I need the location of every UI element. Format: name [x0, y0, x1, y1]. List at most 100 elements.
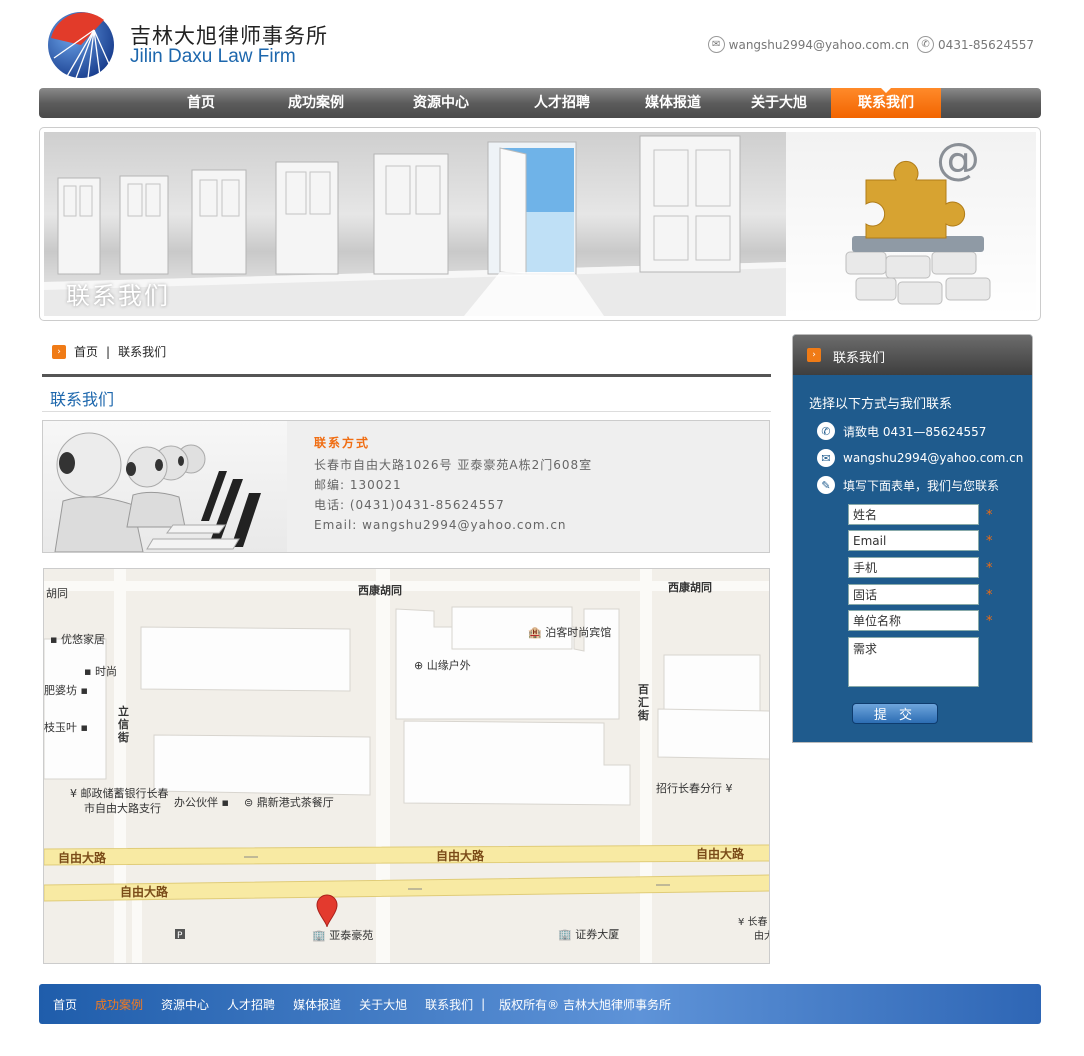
headset-operators-illustration: [54, 432, 261, 552]
road-label: 自由大路: [436, 849, 485, 863]
map-label: ⊜ 鼎新港式茶餐厅: [244, 796, 334, 809]
map-canvas: P: [44, 569, 769, 963]
map-label: 🏨 泊客时尚宾馆: [528, 626, 612, 639]
sidebar-email-row: ✉ wangshu2994@yahoo.com.cn: [817, 449, 1023, 467]
divider: [42, 374, 771, 377]
map-label: 办公伙伴 ▪: [174, 796, 229, 809]
page-title: 联系我们: [50, 390, 115, 409]
company-input[interactable]: [848, 610, 979, 631]
svg-text:@: @: [936, 134, 980, 185]
phone-icon: ✆: [817, 422, 835, 440]
sidebar-title: 联系我们: [833, 351, 886, 366]
footer-link-media[interactable]: 媒体报道: [293, 996, 341, 1013]
map-label: 百汇街: [638, 683, 649, 722]
contact-address: 长春市自由大路1026号 亚泰豪苑A栋2门608室: [314, 458, 593, 472]
submit-button[interactable]: 提 交: [852, 703, 938, 724]
mail-icon: ✉: [707, 36, 725, 53]
map-label: ▪ 时尚: [84, 665, 117, 678]
contact-details: 联系方式 长春市自由大路1026号 亚泰豪苑A栋2门608室 邮编: 13002…: [314, 433, 592, 535]
footer-link-home[interactable]: 首页: [53, 996, 77, 1013]
nav-item-about[interactable]: 关于大旭: [727, 88, 831, 118]
breadcrumb: › 首页 | 联系我们: [52, 343, 166, 360]
arrow-right-icon: ›: [807, 348, 821, 362]
header-phone: 0431-85624557: [938, 37, 1034, 52]
sidebar-header: › 联系我们: [793, 335, 1032, 375]
map-label: ▪ 优悠家居: [50, 633, 105, 646]
header-contacts: ✉ wangshu2994@yahoo.com.cn ✆ 0431-856245…: [707, 36, 1034, 53]
nav-item-resources[interactable]: 资源中心: [377, 88, 505, 118]
required-mark: *: [986, 588, 993, 603]
sidebar-form-label: 填写下面表单，我们与您联系: [843, 478, 1000, 493]
footer-link-jobs[interactable]: 人才招聘: [227, 996, 275, 1013]
banner: 联系我们 @: [39, 127, 1041, 321]
map-label: 西康胡同: [358, 584, 402, 597]
firm-logo-icon: [48, 12, 114, 79]
main-nav: 首页 成功案例 资源中心 人才招聘 媒体报道 关于大旭 联系我们: [39, 88, 1041, 118]
name-input[interactable]: [848, 504, 979, 525]
firm-name-en: Jilin Daxu Law Firm: [130, 46, 296, 67]
required-mark: *: [986, 508, 993, 523]
contact-email[interactable]: Email: wangshu2994@yahoo.com.cn: [314, 515, 592, 535]
nav-item-cases[interactable]: 成功案例: [255, 88, 377, 118]
footer-copyright: 版权所有® 吉林大旭律师事务所: [499, 997, 671, 1012]
banner-puzzle-image: @: [786, 132, 1036, 316]
sidebar-phone-row: ✆ 请致电 0431—85624557: [817, 422, 986, 440]
need-textarea[interactable]: 需求: [848, 637, 979, 687]
arrow-right-icon: ›: [52, 344, 66, 359]
sidebar-intro: 选择以下方式与我们联系: [809, 397, 953, 412]
road-label: 自由大路: [58, 851, 107, 865]
required-mark: *: [986, 614, 993, 629]
map-label: 招行长春分行 ¥: [656, 782, 733, 795]
map-label: 🏢 亚泰豪苑: [312, 929, 374, 942]
map-label: 由大: [754, 931, 769, 942]
footer-separator: |: [481, 997, 486, 1011]
road-label: 自由大路: [696, 847, 745, 861]
breadcrumb-current: 联系我们: [118, 345, 167, 359]
map-label: 枝玉叶 ▪: [44, 721, 88, 734]
email-input[interactable]: [848, 530, 979, 551]
map-label: 肥婆坊 ▪: [44, 684, 88, 697]
road-label: 自由大路: [120, 885, 169, 899]
sidebar-form-row: ✎ 填写下面表单，我们与您联系: [817, 476, 999, 494]
footer-link-resources[interactable]: 资源中心: [161, 996, 209, 1013]
sidebar-email[interactable]: wangshu2994@yahoo.com.cn: [843, 451, 1023, 465]
location-map[interactable]: P 胡同 西康胡同 西康胡同 ▪ 优悠家居 ▪ 时尚 肥婆坊 ▪ 枝玉叶 ▪ 🏨…: [43, 568, 770, 964]
banner-doors-image: 联系我们: [44, 132, 786, 316]
breadcrumb-separator: |: [106, 344, 111, 359]
footer: 首页 成功案例 资源中心 人才招聘 媒体报道 关于大旭 联系我们 | 版权所有®…: [39, 984, 1041, 1024]
puzzle-at-icon: @: [845, 134, 991, 305]
contact-heading: 联系方式: [314, 436, 371, 450]
contact-tel: 电话: (0431)0431-85624557: [314, 498, 505, 512]
nav-item-contact[interactable]: 联系我们: [831, 88, 941, 118]
map-label: 🏢 证券大厦: [558, 928, 620, 941]
footer-link-cases[interactable]: 成功案例: [95, 996, 143, 1013]
map-label: 胡同: [46, 587, 68, 600]
required-mark: *: [986, 561, 993, 576]
pencil-icon: ✎: [817, 476, 835, 494]
svg-text:P: P: [177, 931, 183, 941]
nav-item-home[interactable]: 首页: [39, 88, 255, 118]
map-label: 西康胡同: [668, 581, 712, 594]
required-mark: *: [986, 534, 993, 549]
mail-icon: ✉: [817, 449, 835, 467]
footer-link-about[interactable]: 关于大旭: [359, 996, 407, 1013]
header-email[interactable]: wangshu2994@yahoo.com.cn: [729, 38, 909, 52]
contact-postcode: 邮编: 130021: [314, 478, 402, 492]
divider: [42, 411, 771, 412]
banner-title: 联系我们: [66, 282, 170, 310]
map-label: 市自由大路支行: [84, 802, 161, 815]
nav-item-jobs[interactable]: 人才招聘: [505, 88, 619, 118]
mobile-input[interactable]: [848, 557, 979, 578]
nav-item-media[interactable]: 媒体报道: [619, 88, 727, 118]
landline-input[interactable]: [848, 584, 979, 605]
contact-info-box: 联系方式 长春市自由大路1026号 亚泰豪苑A栋2门608室 邮编: 13002…: [42, 420, 770, 553]
map-label: ⊕ 山缘户外: [414, 659, 471, 672]
map-label: ¥ 邮政储蓄银行长春: [70, 787, 169, 800]
phone-icon: ✆: [917, 36, 935, 53]
map-label: ¥ 长春: [738, 917, 768, 928]
call-center-image: [43, 421, 287, 552]
map-label: 立信街: [118, 705, 129, 744]
footer-link-contact[interactable]: 联系我们: [425, 996, 473, 1013]
contact-sidebar: › 联系我们 选择以下方式与我们联系 ✆ 请致电 0431—85624557 ✉…: [792, 334, 1033, 743]
breadcrumb-home[interactable]: 首页: [74, 343, 98, 360]
